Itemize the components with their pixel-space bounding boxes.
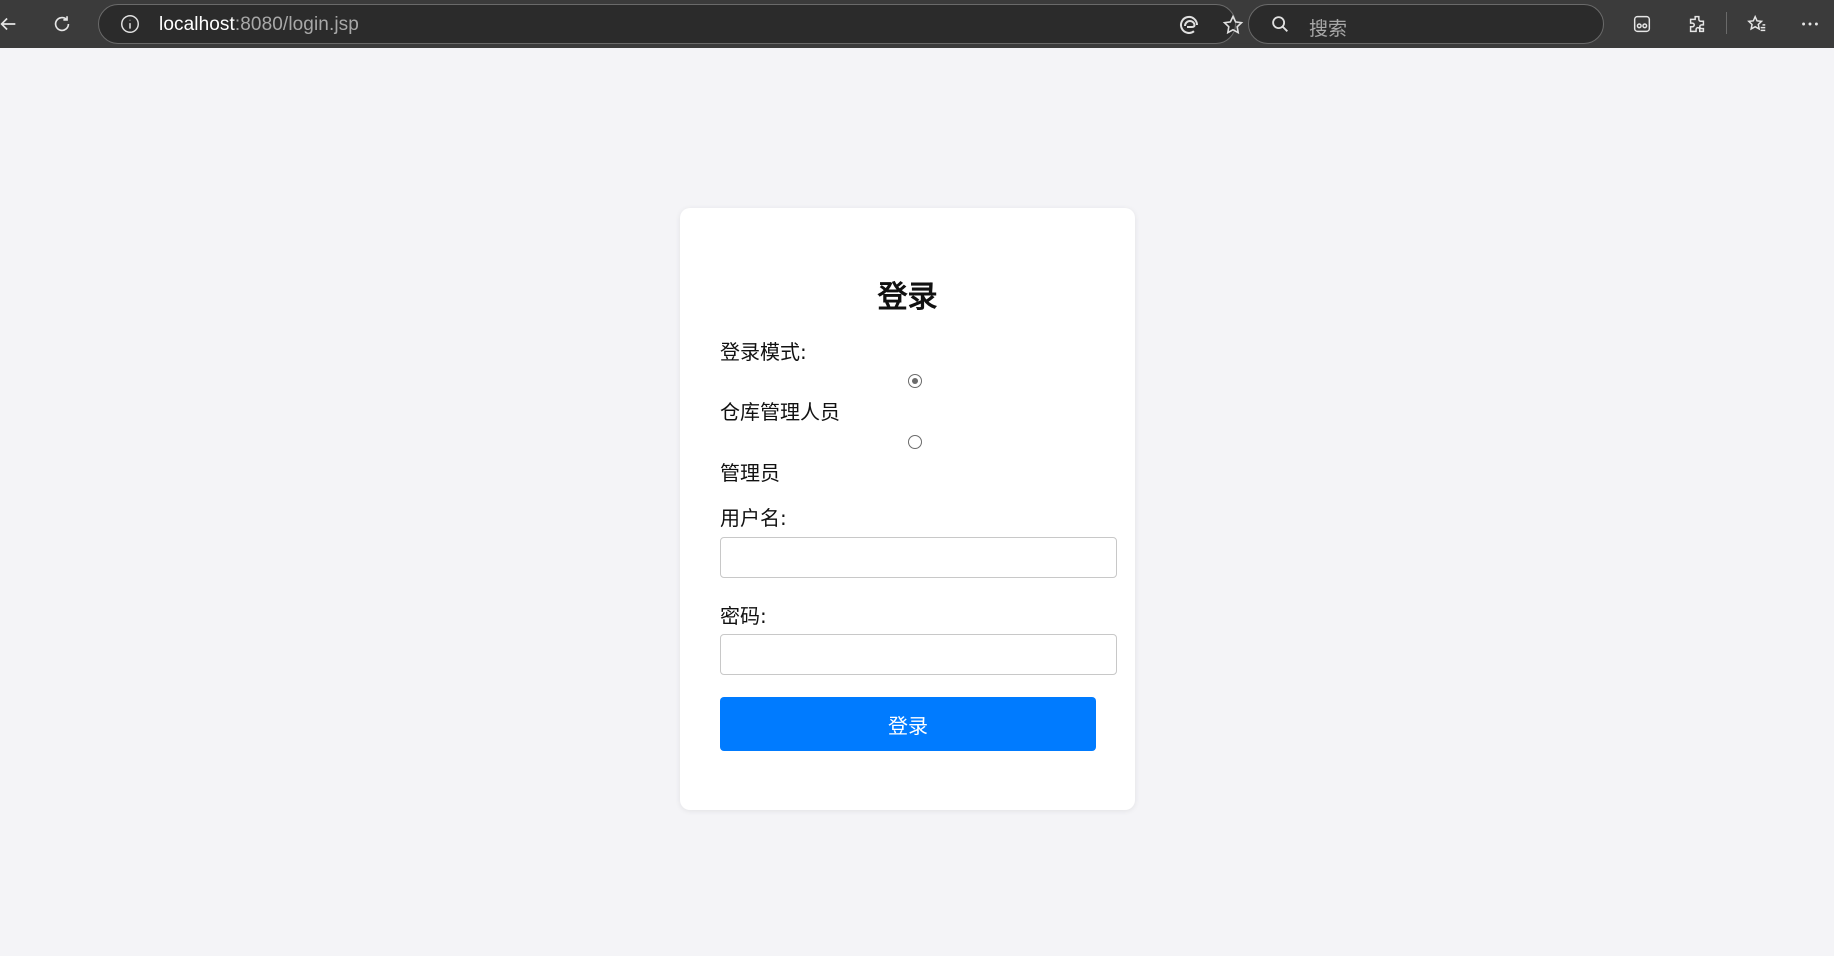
password-label: 密码: [720,604,767,628]
radio-label-admin[interactable]: 管理员 [720,457,780,486]
site-info-icon[interactable] [119,13,141,35]
extensions-icon[interactable] [1683,10,1711,38]
password-input[interactable] [720,634,1117,675]
address-bar[interactable]: localhost:8080/login.jsp [98,4,1244,44]
search-box[interactable]: 搜索 [1248,4,1604,44]
login-title: 登录 [877,280,938,315]
login-mode-label: 登录模式: [720,340,807,364]
login-button[interactable]: 登录 [720,697,1096,751]
collections-icon[interactable] [1628,10,1656,38]
username-input[interactable] [720,537,1117,578]
username-label: 用户名: [720,506,787,530]
browser-toolbar: localhost:8080/login.jsp 搜索 [0,0,1834,48]
favorites-icon[interactable] [1743,10,1771,38]
radio-warehouse-staff[interactable] [908,374,922,388]
more-menu-icon[interactable] [1796,10,1824,38]
search-icon [1269,13,1291,35]
search-placeholder: 搜索 [1309,18,1348,40]
refresh-icon[interactable] [48,10,76,38]
login-card: 登录 登录模式: 仓库管理人员 管理员 用户名: 密码: 登录 [680,208,1135,810]
edge-browser-icon[interactable] [1177,13,1201,37]
radio-label-warehouse-staff[interactable]: 仓库管理人员 [720,396,840,425]
back-icon[interactable] [0,10,22,38]
url-text[interactable]: localhost:8080/login.jsp [159,14,359,36]
radio-admin[interactable] [908,435,922,449]
toolbar-separator [1726,12,1727,34]
url-host: localhost [159,14,235,35]
favorite-star-icon[interactable] [1221,13,1245,37]
url-path: :8080/login.jsp [234,14,359,35]
